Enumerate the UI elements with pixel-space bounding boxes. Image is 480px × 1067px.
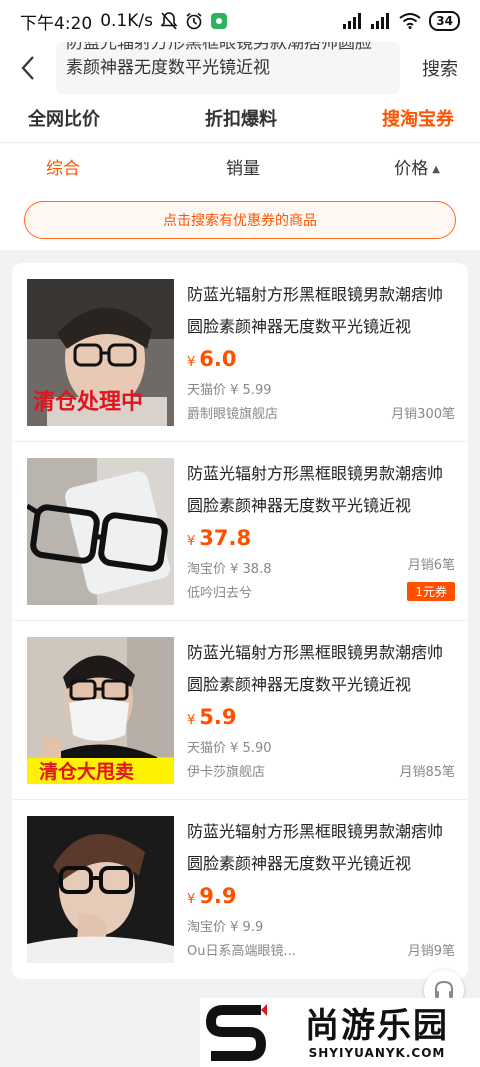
product-image: 清仓处理中 [27, 279, 174, 426]
alarm-icon [185, 12, 203, 30]
signal-icon-2 [371, 13, 391, 29]
site-watermark: 尚游乐园 SHYIYUANYK.COM [200, 998, 480, 1067]
coupon-search-button[interactable]: 点击搜索有优惠券的商品 [24, 201, 456, 239]
search-header: 防蓝光辐射方形黑框眼镜男款潮痞帅圆脸 素颜神器无度数平光镜近视 搜索 [0, 42, 480, 94]
sort-price-label: 价格 [394, 159, 429, 179]
product-title: 防蓝光辐射方形黑框眼镜男款潮痞帅圆脸素颜神器无度数平光镜近视 [187, 285, 444, 336]
app-notification-icon [210, 13, 227, 29]
product-title: 防蓝光辐射方形黑框眼镜男款潮痞帅圆脸素颜神器无度数平光镜近视 [187, 822, 444, 873]
coupon-badge[interactable]: 1元券 [407, 582, 455, 601]
product-item[interactable]: 防蓝光辐射方形黑框眼镜男款潮痞帅圆脸素颜神器无度数平光镜近视 ¥37.8 月销6… [12, 442, 468, 621]
product-price: ¥5.9 [187, 705, 237, 729]
search-button[interactable]: 搜索 [400, 55, 480, 81]
sort-bar: 综合 销量 价格 ▲ [0, 142, 480, 190]
battery-icon: 34 [429, 11, 460, 31]
monthly-sales: 月销6笔 [407, 558, 455, 573]
search-text-line1: 防蓝光辐射方形黑框眼镜男款潮痞帅圆脸 [66, 42, 372, 53]
watermark-name: 尚游乐园 [305, 1005, 449, 1046]
reference-price: 淘宝价 ¥ 38.8 [187, 562, 272, 577]
search-text-line2: 素颜神器无度数平光镜近视 [66, 58, 270, 78]
sort-arrows-icon: ▲ [432, 163, 440, 175]
shop-name: 爵制眼镜旗舰店 [187, 407, 279, 422]
overlay-text: 清仓处理中 [33, 389, 143, 415]
watermark-domain: SHYIYUANYK.COM [308, 1045, 446, 1060]
mute-icon [160, 12, 177, 30]
product-price: ¥9.9 [187, 884, 237, 908]
product-image: 清仓大甩卖 [27, 637, 174, 784]
monthly-sales: 月销9笔 [407, 944, 455, 959]
product-image [27, 458, 174, 605]
shop-name: 低吟归去兮 [187, 586, 253, 601]
reference-price: 天猫价 ¥ 5.99 [187, 383, 272, 398]
shop-name: 伊卡莎旗舰店 [187, 765, 266, 780]
product-title: 防蓝光辐射方形黑框眼镜男款潮痞帅圆脸素颜神器无度数平光镜近视 [187, 643, 444, 694]
product-title: 防蓝光辐射方形黑框眼镜男款潮痞帅圆脸素颜神器无度数平光镜近视 [187, 464, 444, 515]
search-input[interactable]: 防蓝光辐射方形黑框眼镜男款潮痞帅圆脸 素颜神器无度数平光镜近视 [56, 42, 400, 94]
watermark-logo-icon [200, 1003, 274, 1063]
tab-taobao-coupons[interactable]: 搜淘宝券 [312, 105, 480, 131]
product-item[interactable]: 防蓝光辐射方形黑框眼镜男款潮痞帅圆脸素颜神器无度数平光镜近视 ¥9.9 淘宝价 … [12, 800, 468, 979]
signal-icon [343, 13, 363, 29]
wifi-icon [399, 13, 421, 29]
monthly-sales: 月销85笔 [399, 765, 455, 780]
tab-price-compare[interactable]: 全网比价 [0, 105, 170, 131]
back-button[interactable] [0, 42, 56, 94]
reference-price: 天猫价 ¥ 5.90 [187, 741, 272, 756]
status-time: 下午4:20 [20, 13, 93, 34]
status-bar: 下午4:20 0.1K/s 34 [0, 0, 480, 42]
product-price: ¥6.0 [187, 347, 237, 371]
product-price: ¥37.8 [187, 526, 252, 550]
chevron-left-icon [21, 56, 34, 80]
sort-price[interactable]: 价格 ▲ [309, 154, 480, 179]
product-item[interactable]: 清仓大甩卖 防蓝光辐射方形黑框眼镜男款潮痞帅圆脸素颜神器无度数平光镜近视 ¥5.… [12, 621, 468, 800]
product-image [27, 816, 174, 963]
sort-comprehensive[interactable]: 综合 [0, 154, 177, 179]
overlay-text: 清仓大甩卖 [39, 760, 134, 783]
coupon-banner-area: 点击搜索有优惠券的商品 [0, 190, 480, 250]
sort-sales[interactable]: 销量 [177, 154, 308, 179]
tab-discount-deals[interactable]: 折扣爆料 [170, 105, 312, 131]
reference-price: 淘宝价 ¥ 9.9 [187, 920, 264, 935]
product-item[interactable]: 清仓处理中 防蓝光辐射方形黑框眼镜男款潮痞帅圆脸素颜神器无度数平光镜近视 ¥6.… [12, 263, 468, 442]
network-speed: 0.1K/s [100, 11, 153, 31]
shop-name: Ou日系高端眼镜... [187, 944, 296, 959]
monthly-sales: 月销300笔 [391, 407, 455, 422]
product-list: 清仓处理中 防蓝光辐射方形黑框眼镜男款潮痞帅圆脸素颜神器无度数平光镜近视 ¥6.… [12, 263, 468, 979]
tab-bar: 全网比价 折扣爆料 搜淘宝券 [0, 94, 480, 142]
